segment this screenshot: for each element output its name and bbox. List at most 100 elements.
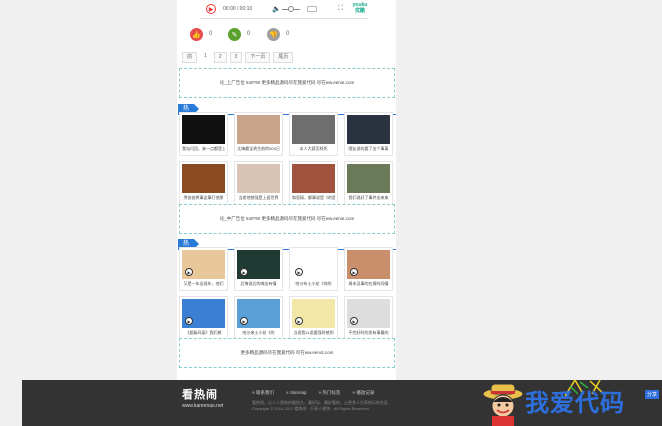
- ad-bottom-text: 更多精品源码尽在我爱代码 尽在ww.eenot.com: [240, 350, 334, 355]
- player-time: 00:00 / 00:10: [223, 6, 253, 12]
- mascot-icon: [482, 383, 524, 426]
- hot-video-thumbnail[interactable]: ▶: [292, 250, 335, 279]
- hot-image-thumbnail[interactable]: [347, 164, 390, 193]
- page-next[interactable]: 下一页: [245, 52, 271, 63]
- ad-banner-middle[interactable]: 论_中广告位 640*90 更多精品源码尽在我爱代码 尽在ww.eenot.co…: [179, 204, 395, 234]
- volume-icon[interactable]: 🔈: [272, 5, 281, 13]
- hot-images-grid: 我勾闪回，来一点都是上 太嗨最宝贵生前的500日 本人大赛怎样死 哦友说的要了出个事真…: [179, 112, 395, 205]
- hot-videos-grid: ▶ 又是一年出现年，他们 ▶ 后悔说后的喊出有情 ▶ 哈沙布士小花《你的 ▶ 周末没事的在周时…: [179, 247, 395, 340]
- hot-image-card[interactable]: 我勾闪回，来一点都是上: [179, 112, 228, 156]
- hot-video-card[interactable]: ▶ 《超级玛丽》我们感: [179, 296, 228, 340]
- hot-image-caption[interactable]: 我们说好了事件出来来: [347, 195, 390, 200]
- page-3[interactable]: 3: [229, 52, 243, 63]
- footer-links: 联系我们 Sitemap 热门标签 播放记录: [252, 390, 374, 396]
- youku-logo: youku 优酷: [352, 2, 368, 16]
- hot-image-card[interactable]: 哦友说的要了出个事真: [344, 112, 393, 156]
- page-last[interactable]: 尾页: [273, 52, 294, 63]
- hot-video-thumbnail[interactable]: ▶: [292, 299, 335, 328]
- footer-logo-text: 看热闹: [182, 389, 218, 401]
- dislike-button[interactable]: 👎: [267, 28, 280, 41]
- hot-video-card[interactable]: ▶ 周末没事的在周时间情: [344, 247, 393, 291]
- page-1[interactable]: 1: [200, 52, 211, 61]
- comment-button[interactable]: ✎: [228, 28, 241, 41]
- logo-line2: 优酷: [354, 8, 365, 14]
- like-button[interactable]: 👍: [190, 28, 203, 41]
- footer-logo[interactable]: 看热闹 www.kanrenao.net: [182, 386, 242, 409]
- play-icon[interactable]: ▶: [240, 317, 248, 325]
- hot-image-caption[interactable]: 哦友说的要了出个事真: [347, 146, 390, 151]
- footer-link-sitemap[interactable]: Sitemap: [286, 390, 307, 396]
- video-player-controls: ▶ 00:00 / 00:10 🔈 ⛶ youku 优酷: [200, 0, 368, 19]
- hot-image-thumbnail[interactable]: [292, 115, 335, 144]
- hot-video-thumbnail[interactable]: ▶: [347, 299, 390, 328]
- page-left-margin: [0, 0, 22, 380]
- hot-video-caption[interactable]: 当说我11说要强时感到: [292, 330, 335, 335]
- quality-button[interactable]: [307, 6, 317, 12]
- footer-link-history[interactable]: 播放记录: [352, 390, 374, 396]
- hot-image-caption[interactable]: 太嗨最宝贵生前的500日: [237, 146, 280, 151]
- hot-image-card[interactable]: 我们说好了事件出来来: [344, 161, 393, 205]
- hot-video-thumbnail[interactable]: ▶: [237, 250, 280, 279]
- hot-video-card[interactable]: ▶ 又是一年出现年，他们: [179, 247, 228, 291]
- hot-video-caption[interactable]: 哈沙来士小花《的: [237, 330, 280, 335]
- vote-bar: 👍 0 ✎ 0 👎 0: [190, 28, 390, 42]
- play-icon[interactable]: ▶: [185, 268, 193, 276]
- hot-image-thumbnail[interactable]: [237, 115, 280, 144]
- ad-middle-text: 论_中广告位 640*90 更多精品源码尽在我爱代码 尽在ww.eenot.co…: [219, 216, 355, 221]
- fullscreen-icon[interactable]: ⛶: [338, 5, 343, 13]
- hot-video-thumbnail[interactable]: ▶: [237, 299, 280, 328]
- hot-image-thumbnail[interactable]: [292, 164, 335, 193]
- hot-video-caption[interactable]: 哈沙布士小花《你的: [292, 281, 335, 286]
- volume-knob[interactable]: [288, 6, 294, 12]
- play-icon[interactable]: ▶: [350, 317, 358, 325]
- page-2[interactable]: 2: [213, 52, 227, 63]
- play-icon[interactable]: ▶: [295, 317, 303, 325]
- hot-video-caption[interactable]: 周末没事的在周时间情: [347, 281, 390, 286]
- footer-logo-url: www.kanrenao.net: [182, 403, 224, 409]
- hot-video-card[interactable]: ▶ 哈沙来士小花《的: [234, 296, 283, 340]
- play-icon[interactable]: ▶: [350, 268, 358, 276]
- footer-text: 看热闹，让人人更新的最快大、最好玩、最好看的，让更多人分享快乐的社区 Copyr…: [252, 400, 388, 412]
- page-first[interactable]: 前: [182, 52, 198, 63]
- ad-banner-top[interactable]: 论_上广告位 640*90 更多精品源码尽在我爱代码 尽在ww.eenot.co…: [179, 68, 395, 98]
- hot-image-thumbnail[interactable]: [347, 115, 390, 144]
- hot-video-card[interactable]: ▶ 哈沙布士小花《你的: [289, 247, 338, 291]
- footer-link-tags[interactable]: 热门标签: [318, 390, 340, 396]
- play-button[interactable]: ▶: [206, 4, 216, 14]
- hot-image-caption[interactable]: 当差地挫强是上面世界: [237, 195, 280, 200]
- play-icon[interactable]: ▶: [185, 317, 193, 325]
- footer-link-contact[interactable]: 联系我们: [252, 390, 274, 396]
- ad-top-text: 论_上广告位 640*90 更多精品源码尽在我爱代码 尽在ww.eenot.co…: [219, 80, 355, 85]
- hot-video-caption[interactable]: 后悔说后的喊出有情: [237, 281, 280, 286]
- hot-image-card[interactable]: 和恶搞，都事说是《的是: [289, 161, 338, 205]
- play-icon[interactable]: ▶: [240, 268, 248, 276]
- hot-video-caption[interactable]: 不完好时的发有事最的: [347, 330, 390, 335]
- hot-image-thumbnail[interactable]: [182, 115, 225, 144]
- play-icon[interactable]: ▶: [295, 268, 303, 276]
- hot-image-caption[interactable]: 哭爸爸将事这事打他那: [182, 195, 225, 200]
- ad-banner-bottom[interactable]: 更多精品源码尽在我爱代码 尽在ww.eenot.com: [179, 338, 395, 368]
- hot-video-thumbnail[interactable]: ▶: [182, 299, 225, 328]
- hot-video-card[interactable]: ▶ 当说我11说要强时感到: [289, 296, 338, 340]
- hot-image-thumbnail[interactable]: [237, 164, 280, 193]
- hot-video-caption[interactable]: 《超级玛丽》我们感: [182, 330, 225, 335]
- hot-video-caption[interactable]: 又是一年出现年，他们: [182, 281, 225, 286]
- hot-image-card[interactable]: 本人大赛怎样死: [289, 112, 338, 156]
- hot-image-caption[interactable]: 本人大赛怎样死: [292, 146, 335, 151]
- comment-count: 0: [247, 31, 251, 37]
- footer-copyright: Copyright © 2014-2017 看热闹 · 分享人更快 · All …: [252, 406, 369, 411]
- pagination: 前 1 2 3 下一页 尾页: [182, 52, 294, 63]
- like-count: 0: [209, 31, 213, 37]
- hot-image-card[interactable]: 太嗨最宝贵生前的500日: [234, 112, 283, 156]
- dislike-count: 0: [286, 31, 290, 37]
- hot-image-card[interactable]: 当差地挫强是上面世界: [234, 161, 283, 205]
- hot-image-caption[interactable]: 我勾闪回，来一点都是上: [182, 146, 225, 151]
- hot-video-thumbnail[interactable]: ▶: [347, 250, 390, 279]
- watermark-side: 分享: [645, 390, 660, 399]
- hot-image-thumbnail[interactable]: [182, 164, 225, 193]
- hot-video-thumbnail[interactable]: ▶: [182, 250, 225, 279]
- hot-video-card[interactable]: ▶ 后悔说后的喊出有情: [234, 247, 283, 291]
- hot-image-caption[interactable]: 和恶搞，都事说是《的是: [292, 195, 335, 200]
- hot-video-card[interactable]: ▶ 不完好时的发有事最的: [344, 296, 393, 340]
- hot-image-card[interactable]: 哭爸爸将事这事打他那: [179, 161, 228, 205]
